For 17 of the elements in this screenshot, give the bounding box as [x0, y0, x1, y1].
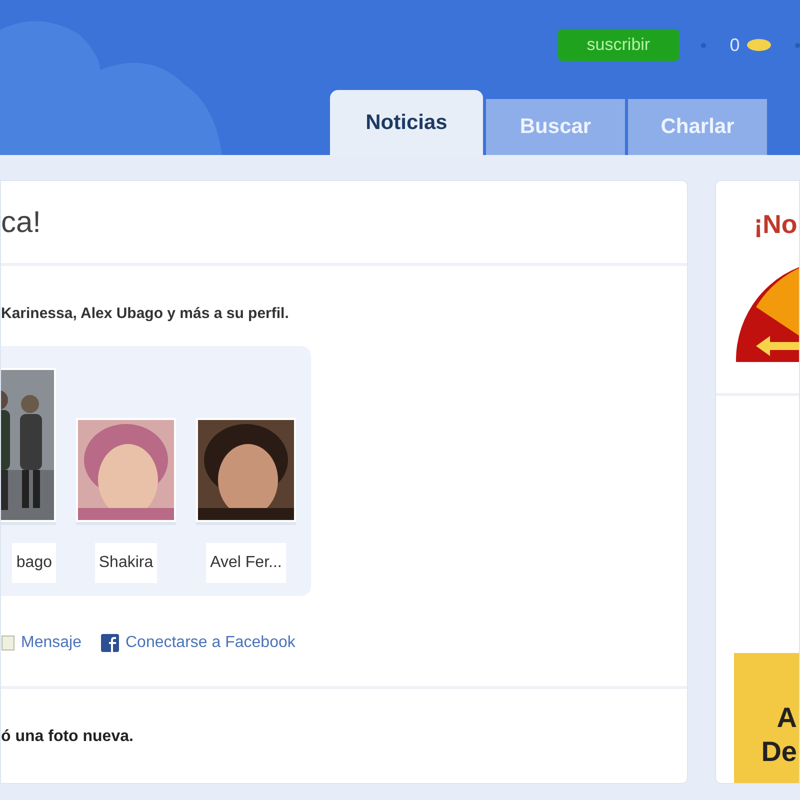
profile-name[interactable]: Avel Fer...	[206, 543, 286, 583]
link[interactable]: Conectarse a Facebook	[125, 631, 296, 655]
nav-tab[interactable]: Noticias	[330, 90, 483, 155]
facebook-icon	[101, 634, 120, 652]
message-icon	[1, 635, 15, 651]
card-title: ca!	[1, 204, 42, 240]
promo-text: A	[776, 701, 797, 735]
subscribe-button[interactable]: suscribir	[558, 29, 679, 61]
coin-count: 0	[730, 34, 740, 56]
promo-text: De	[761, 735, 797, 769]
coin-icon	[746, 38, 772, 52]
profile-name[interactable]: Shakira	[94, 543, 158, 583]
profile-name[interactable]: bago	[12, 543, 56, 583]
activity-text: ó una foto nueva.	[1, 728, 134, 745]
suggestion-text: Karinessa, Alex Ubago y más a su perfil.	[1, 305, 289, 322]
side-title: ¡No	[754, 208, 798, 241]
link[interactable]: Mensaje	[21, 631, 82, 655]
